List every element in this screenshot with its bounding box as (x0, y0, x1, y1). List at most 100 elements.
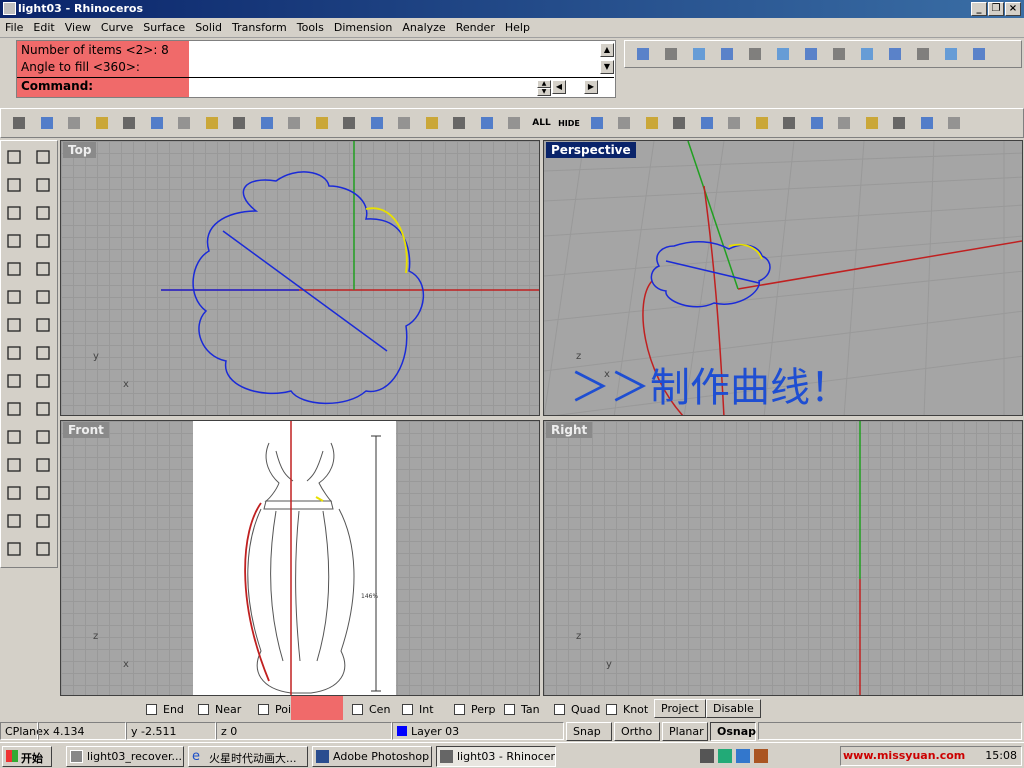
task-button-photoshop[interactable]: Adobe Photoshop (312, 746, 432, 767)
ortho-toggle[interactable]: Ortho (614, 722, 660, 741)
viewport-label[interactable]: Right (546, 422, 593, 438)
select-icon[interactable] (3, 146, 25, 168)
point-icon[interactable] (32, 146, 54, 168)
history-scroll-up[interactable]: ▲ (600, 43, 614, 57)
menu-solid[interactable]: Solid (190, 18, 227, 34)
cplane-icon[interactable] (503, 112, 525, 134)
osnap-quad[interactable]: Quad (554, 701, 600, 717)
snap-toggle[interactable]: Snap (566, 722, 612, 741)
fillet-icon[interactable] (32, 258, 54, 280)
polyline-icon[interactable] (3, 174, 25, 196)
rail-revolve-icon[interactable] (884, 43, 906, 65)
checkbox[interactable] (454, 703, 465, 715)
blend-icon[interactable] (856, 43, 878, 65)
planar-toggle[interactable]: Planar (662, 722, 708, 741)
rebuild-icon[interactable] (32, 510, 54, 532)
rotate-view-icon[interactable] (256, 112, 278, 134)
arc-tool-icon[interactable] (3, 258, 25, 280)
osnap-pick-icon[interactable] (3, 370, 25, 392)
checkbox[interactable] (198, 703, 209, 715)
checkbox[interactable] (258, 703, 269, 715)
osnap-toggle[interactable]: Osnap (710, 722, 756, 741)
tray-app-icon[interactable] (700, 749, 714, 763)
copy-icon[interactable] (146, 112, 168, 134)
lock-icon[interactable] (586, 112, 608, 134)
layer-icon[interactable] (476, 112, 498, 134)
sweep2-icon[interactable] (800, 43, 822, 65)
sweep1-icon[interactable] (772, 43, 794, 65)
osnap-int[interactable]: Int (402, 701, 434, 717)
move-icon[interactable] (3, 398, 25, 420)
cut-icon[interactable] (118, 112, 140, 134)
patch-icon[interactable] (660, 43, 682, 65)
grid-srf-icon[interactable] (968, 43, 990, 65)
new-icon[interactable] (8, 112, 30, 134)
hide-icon[interactable]: HIDE (558, 112, 580, 134)
revolve-surface-icon[interactable] (32, 286, 54, 308)
osnap-near[interactable]: Near (198, 701, 241, 717)
dimension-tool-icon[interactable] (32, 538, 54, 560)
restore-button[interactable]: ❐ (988, 2, 1004, 16)
edge-srf-icon[interactable] (912, 43, 934, 65)
help-icon[interactable] (806, 112, 828, 134)
osnap-tan[interactable]: Tan (504, 701, 540, 717)
render-icon[interactable] (668, 112, 690, 134)
circle-icon[interactable] (3, 202, 25, 224)
plane-icon[interactable] (940, 43, 962, 65)
tray-app-icon[interactable] (736, 749, 750, 763)
close-button[interactable]: × (1005, 2, 1021, 16)
pan-icon[interactable] (228, 112, 250, 134)
layer-panel[interactable]: Layer 03 (392, 722, 564, 740)
checkbox[interactable] (554, 703, 565, 715)
box-edit-icon[interactable] (833, 112, 855, 134)
tray-app-icon[interactable] (754, 749, 768, 763)
viewport-front[interactable]: 146% Front z x (60, 420, 540, 696)
command-spin-up[interactable]: ▲ (537, 80, 551, 88)
curve-icon[interactable] (32, 174, 54, 196)
save-icon[interactable] (63, 112, 85, 134)
checkbox[interactable] (606, 703, 617, 715)
surface-tools-icon[interactable] (632, 43, 654, 65)
start-button[interactable]: 开始 (2, 746, 52, 767)
checkbox[interactable] (146, 703, 157, 715)
command-scroll-left[interactable]: ◀ (552, 80, 566, 94)
rectangle-icon[interactable] (32, 230, 54, 252)
explode-icon[interactable] (32, 482, 54, 504)
checkbox[interactable] (352, 703, 363, 715)
four-viewports-icon[interactable] (421, 112, 443, 134)
grid-layout-icon[interactable] (3, 510, 25, 532)
menu-dimension[interactable]: Dimension (329, 18, 397, 34)
osnap-cen[interactable]: Cen (352, 701, 390, 717)
zoom-window-icon[interactable] (311, 112, 333, 134)
cube-shade-icon[interactable] (943, 112, 965, 134)
undo-icon[interactable] (201, 112, 223, 134)
task-button-ie[interactable]: e 火星时代动画大... (188, 746, 308, 767)
surface-from-points-icon[interactable] (3, 286, 25, 308)
viewport-label[interactable]: Top (63, 142, 97, 158)
ellipse-icon[interactable] (32, 202, 54, 224)
open-icon[interactable] (36, 112, 58, 134)
task-button-recover[interactable]: light03_recover.... (66, 746, 184, 767)
menu-help[interactable]: Help (500, 18, 535, 34)
disable-button[interactable]: Disable (706, 699, 761, 718)
light-icon[interactable] (723, 112, 745, 134)
boolean-icon[interactable] (32, 342, 54, 364)
checkbox[interactable] (504, 703, 515, 715)
array-icon[interactable] (32, 426, 54, 448)
paste-icon[interactable] (173, 112, 195, 134)
tray-app-icon[interactable] (718, 749, 732, 763)
task-button-rhino[interactable]: light03 - Rhinoceros (436, 746, 556, 767)
menu-surface[interactable]: Surface (138, 18, 190, 34)
flow-icon[interactable] (888, 112, 910, 134)
shade-icon[interactable] (641, 112, 663, 134)
menu-analyze[interactable]: Analyze (397, 18, 450, 34)
history-scroll-down[interactable]: ▼ (600, 60, 614, 74)
properties-icon[interactable] (751, 112, 773, 134)
sphere-icon[interactable] (696, 112, 718, 134)
undo-view-icon[interactable] (393, 112, 415, 134)
cube-wire-icon[interactable] (916, 112, 938, 134)
revolve-icon[interactable] (688, 43, 710, 65)
box-layer-icon[interactable] (3, 538, 25, 560)
sphere-tools-icon[interactable] (861, 112, 883, 134)
menu-curve[interactable]: Curve (96, 18, 138, 34)
